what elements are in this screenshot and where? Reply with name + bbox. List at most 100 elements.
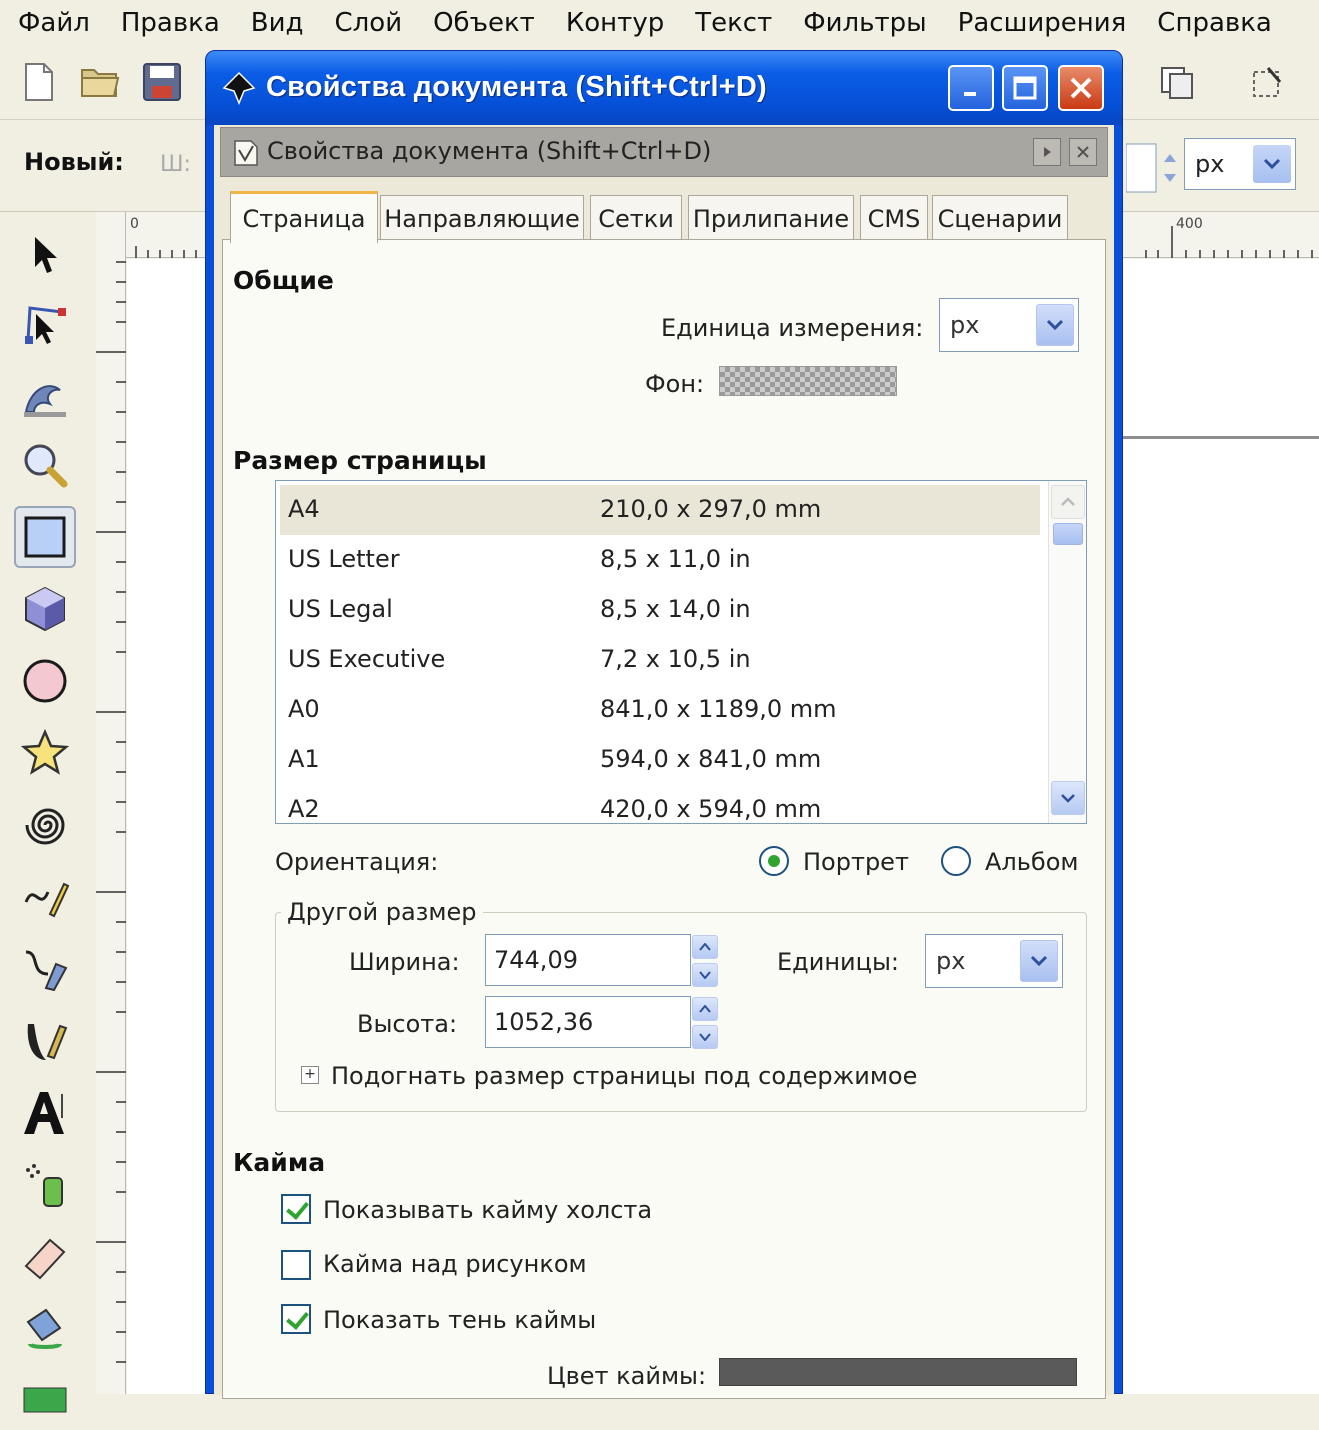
scroll-down-button[interactable] (1051, 781, 1085, 815)
width-stepper[interactable] (692, 935, 718, 987)
open-folder-icon[interactable] (78, 60, 120, 104)
panel-detach-button[interactable] (1033, 138, 1061, 166)
minimize-button[interactable] (948, 65, 994, 111)
portrait-label[interactable]: Портрет (803, 848, 909, 876)
menu-edit[interactable]: Правка (121, 8, 220, 38)
menu-help[interactable]: Справка (1157, 8, 1272, 38)
dialog-titlebar[interactable]: Свойства документа (Shift+Ctrl+D) (206, 51, 1122, 125)
list-item[interactable]: A2 420,0 x 594,0 mm (280, 785, 1040, 823)
background-color-swatch[interactable] (719, 366, 897, 396)
tab-cms[interactable]: CMS (860, 195, 928, 241)
docked-panel-header: Свойства документа (Shift+Ctrl+D) (220, 127, 1108, 177)
spiral-tool-icon[interactable] (14, 794, 76, 856)
page-size-dimensions: 210,0 x 297,0 mm (600, 495, 822, 523)
menubar: Файл Правка Вид Слой Объект Контур Текст… (0, 0, 1319, 46)
list-item[interactable]: A4 210,0 x 297,0 mm (280, 485, 1040, 535)
toolbar-spinner[interactable] (1125, 140, 1182, 196)
node-select-icon[interactable] (1246, 60, 1288, 104)
menu-layer[interactable]: Слой (335, 8, 403, 38)
list-item[interactable]: US Legal 8,5 x 14,0 in (280, 585, 1040, 635)
page-size-dimensions: 8,5 x 14,0 in (600, 595, 751, 623)
menu-object[interactable]: Объект (433, 8, 535, 38)
height-label: Высота: (357, 1010, 458, 1038)
tab-snap[interactable]: Прилипание (688, 195, 854, 241)
chevron-down-icon[interactable] (692, 963, 718, 987)
portrait-radio[interactable] (759, 846, 789, 876)
page-size-list[interactable]: A4 210,0 x 297,0 mm US Letter 8,5 x 11,0… (275, 480, 1087, 824)
menu-view[interactable]: Вид (251, 8, 304, 38)
ellipse-tool-icon[interactable] (14, 650, 76, 712)
chevron-down-icon[interactable] (692, 1025, 718, 1049)
tab-scripts[interactable]: Сценарии (932, 195, 1068, 241)
maximize-button[interactable] (1002, 65, 1048, 111)
close-icon (1070, 77, 1092, 99)
selector-tool-icon[interactable] (14, 224, 76, 286)
toolbar-unit-select[interactable]: px (1184, 138, 1296, 190)
calligraphy-tool-icon[interactable] (14, 1010, 76, 1072)
list-item[interactable]: A0 841,0 x 1189,0 mm (280, 685, 1040, 735)
dialog-body: Свойства документа (Shift+Ctrl+D) Страни… (214, 125, 1114, 1399)
tab-snap-label: Прилипание (692, 204, 850, 233)
new-document-icon[interactable] (18, 60, 60, 104)
3d-box-tool-icon[interactable] (14, 578, 76, 640)
document-properties-dialog: Свойства документа (Shift+Ctrl+D) Свойст… (205, 50, 1123, 1399)
duplicate-icon[interactable] (1156, 60, 1198, 104)
border-on-top-checkbox[interactable] (281, 1250, 311, 1280)
fit-page-to-content-label[interactable]: Подогнать размер страницы под содержимое (331, 1062, 917, 1090)
paint-bucket-tool-icon[interactable] (14, 1298, 76, 1360)
custom-size-title: Другой размер (281, 898, 483, 926)
show-border-shadow-checkbox[interactable] (281, 1304, 311, 1334)
list-item[interactable]: A1 594,0 x 841,0 mm (280, 735, 1040, 785)
panel-close-button[interactable] (1069, 138, 1097, 166)
text-tool-icon[interactable] (14, 1082, 76, 1144)
height-input[interactable]: 1052,36 (485, 996, 718, 1049)
rectangle-tool-icon[interactable] (14, 506, 76, 568)
pen-tool-icon[interactable] (14, 938, 76, 1000)
width-value: 744,09 (494, 946, 578, 974)
show-border-checkbox[interactable] (281, 1194, 311, 1224)
custom-units-select[interactable]: px (925, 934, 1063, 988)
spray-tool-icon[interactable] (14, 1154, 76, 1216)
border-color-swatch[interactable] (719, 1358, 1077, 1386)
scroll-thumb[interactable] (1053, 523, 1083, 545)
menu-extensions[interactable]: Расширения (958, 8, 1127, 38)
menu-filters[interactable]: Фильтры (803, 8, 926, 38)
scroll-up-button[interactable] (1051, 485, 1085, 519)
menu-path[interactable]: Контур (566, 8, 664, 38)
dialog-title: Свойства документа (Shift+Ctrl+D) (266, 71, 767, 103)
chevron-up-icon[interactable] (692, 935, 718, 959)
eraser-tool-icon[interactable] (14, 1226, 76, 1288)
page-size-scrollbar[interactable] (1048, 481, 1086, 823)
expander-plus-icon[interactable]: + (301, 1066, 319, 1084)
zoom-tool-icon[interactable] (14, 434, 76, 496)
tweak-tool-icon[interactable] (14, 364, 76, 426)
general-heading: Общие (233, 266, 334, 295)
chevron-up-icon[interactable] (692, 997, 718, 1021)
node-tool-icon[interactable] (14, 294, 76, 356)
close-button[interactable] (1058, 65, 1104, 111)
display-unit-select[interactable]: px (939, 298, 1079, 352)
chevron-up-icon (1061, 497, 1075, 506)
show-border-shadow-label[interactable]: Показать тень каймы (323, 1306, 596, 1334)
tab-page[interactable]: Страница (230, 191, 378, 243)
landscape-label[interactable]: Альбом (985, 848, 1079, 876)
list-item[interactable]: US Letter 8,5 x 11,0 in (280, 535, 1040, 585)
tab-grids[interactable]: Сетки (590, 195, 682, 241)
menu-text[interactable]: Текст (695, 8, 772, 38)
gradient-tool-icon[interactable] (14, 1368, 76, 1430)
border-on-top-label[interactable]: Кайма над рисунком (323, 1250, 587, 1278)
toolbox (0, 212, 96, 1413)
landscape-radio[interactable] (941, 846, 971, 876)
chevron-down-icon (1036, 304, 1074, 346)
list-item[interactable]: US Executive 7,2 x 10,5 in (280, 635, 1040, 685)
width-input[interactable]: 744,09 (485, 934, 718, 987)
ruler-label-400: 400 (1176, 216, 1203, 232)
pencil-tool-icon[interactable] (14, 866, 76, 928)
width-label: Ш: (160, 152, 191, 177)
menu-file[interactable]: Файл (18, 8, 90, 38)
save-icon[interactable] (140, 60, 182, 104)
show-border-label[interactable]: Показывать кайму холста (323, 1196, 652, 1224)
height-stepper[interactable] (692, 997, 718, 1049)
star-tool-icon[interactable] (14, 722, 76, 784)
tab-guides[interactable]: Направляющие (380, 195, 584, 241)
